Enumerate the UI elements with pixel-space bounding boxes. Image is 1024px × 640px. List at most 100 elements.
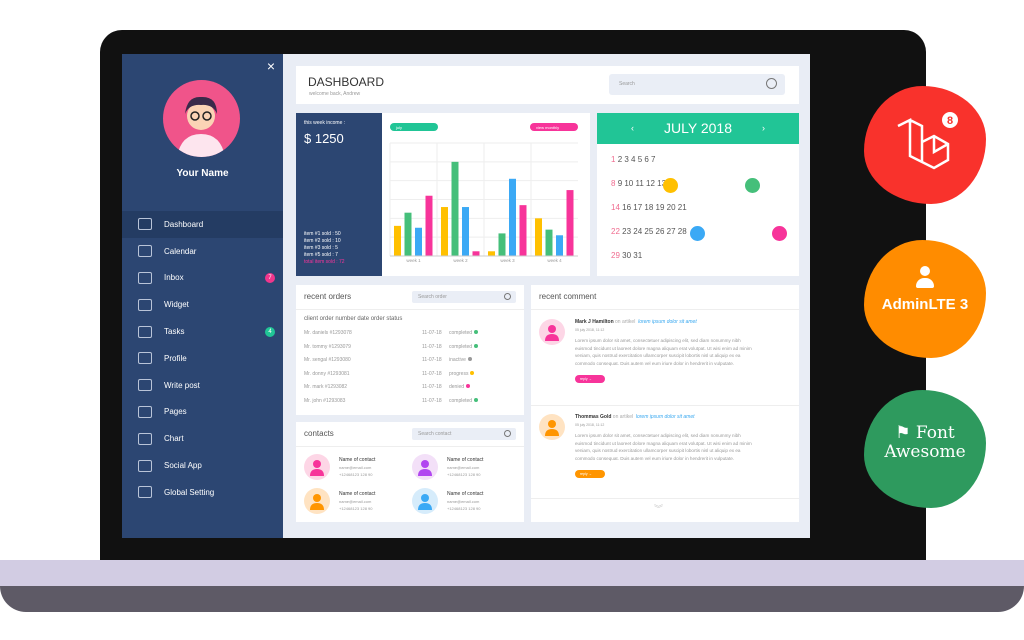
contact-phone: +12468123 128 90 <box>447 472 481 477</box>
contact-search-input[interactable]: Search contact <box>412 428 516 440</box>
comment-on: on artikel <box>615 319 636 325</box>
bar[interactable] <box>404 212 412 256</box>
bar[interactable] <box>415 227 422 256</box>
calendar-days[interactable]: 23 24 25 26 27 28 <box>622 227 687 236</box>
gear-icon <box>138 486 152 499</box>
close-icon[interactable]: × <box>267 58 275 74</box>
contact-email: name@email.com <box>447 499 480 504</box>
bar[interactable] <box>509 178 516 256</box>
contact-item[interactable]: Name of contact name@email.com +12468123 1… <box>412 488 483 514</box>
table-row[interactable]: Mr. daniels #1293078 11-07-18 completed <box>304 330 514 336</box>
tag-icon <box>138 325 152 338</box>
calendar-day-sunday[interactable]: 29 <box>611 251 620 260</box>
sidebar-item-label: Profile <box>164 353 187 363</box>
table-row[interactable]: Mr. tommy #1293079 11-07-18 completed <box>304 343 514 350</box>
event-dot[interactable] <box>772 226 787 241</box>
sidebar-item-chart[interactable]: Chart <box>122 425 283 452</box>
reply-button[interactable]: reply → <box>575 375 605 383</box>
income-label: this week income : <box>304 120 346 126</box>
calendar-day-sunday[interactable]: 1 <box>611 155 615 164</box>
article-link[interactable]: lorem ipsum dolor sit amet <box>636 414 695 420</box>
event-dot[interactable] <box>663 178 678 193</box>
contact-avatar <box>412 488 438 514</box>
sidebar-item-dashboard[interactable]: Dashboard <box>122 211 283 238</box>
contact-email: name@email.com <box>339 465 372 470</box>
order-client: Mr. donny #1293081 <box>304 370 350 377</box>
chevron-down-icon[interactable]: ︾ <box>654 502 663 515</box>
contact-email: name@email.com <box>339 499 372 504</box>
order-search-input[interactable]: Search order <box>412 291 516 303</box>
contact-phone: +12468123 128 90 <box>447 506 481 511</box>
calendar-days[interactable]: 9 10 11 12 13 <box>618 179 666 188</box>
bar[interactable] <box>535 218 542 256</box>
bar-chart-card: july view monthly week 1 week 2 week 3 week… <box>382 113 590 276</box>
table-row[interactable]: Mr. sengal #1293080 11-07-18 inactive <box>304 357 514 363</box>
prev-month-button[interactable]: ‹ <box>631 113 634 144</box>
fontawesome-badge: ⚑ Font Awesome <box>864 390 986 508</box>
calendar-day-sunday[interactable]: 22 <box>611 227 620 236</box>
calendar-week: 8 9 10 11 12 13 <box>611 179 666 188</box>
bar[interactable] <box>519 205 527 256</box>
calendar-days[interactable]: 16 17 18 19 20 21 <box>622 203 687 212</box>
order-client: Mr. sengal #1293080 <box>304 357 351 363</box>
bar[interactable] <box>498 233 506 256</box>
bar[interactable] <box>394 225 401 256</box>
contact-item[interactable]: Name of contact name@email.com +12468123 1… <box>304 488 375 514</box>
document-icon <box>138 405 152 418</box>
table-row[interactable]: Mr. john #1293083 11-07-18 completed <box>304 397 514 404</box>
sidebar-item-write-post[interactable]: Write post <box>122 372 283 399</box>
bar[interactable] <box>425 195 433 256</box>
laptop-base-bottom <box>0 586 1024 612</box>
search-icon[interactable] <box>504 293 511 300</box>
person-icon <box>539 414 565 440</box>
bar[interactable] <box>441 207 448 256</box>
sidebar-item-widget[interactable]: Widget <box>122 291 283 318</box>
calendar-day-sunday[interactable]: 8 <box>611 179 615 188</box>
bar[interactable] <box>566 190 574 256</box>
bar[interactable] <box>472 251 480 256</box>
order-date: 11-07-18 <box>422 343 442 350</box>
orders-title: recent orders <box>304 292 352 301</box>
calendar-day-sunday[interactable]: 14 <box>611 203 620 212</box>
next-month-button[interactable]: › <box>762 113 765 144</box>
table-row[interactable]: Mr. donny #1293081 11-07-18 progress <box>304 370 514 377</box>
comment-text: Lorem ipsum dolor sit amet, consectetuer… <box>575 338 752 366</box>
status-dot <box>470 370 475 375</box>
sidebar-item-global-setting[interactable]: Global Setting <box>122 479 283 506</box>
event-dot[interactable] <box>690 226 705 241</box>
table-row[interactable]: Mr. mark #1293082 11-07-18 denied <box>304 384 514 390</box>
bar[interactable] <box>462 207 469 256</box>
search-icon[interactable] <box>766 78 777 89</box>
sidebar-item-tasks[interactable]: Tasks 4 <box>122 318 283 345</box>
sidebar-item-inbox[interactable]: Inbox 7 <box>122 265 283 292</box>
contact-item[interactable]: Name of contact name@email.com +12468123 1… <box>412 454 483 480</box>
event-dot[interactable] <box>745 178 760 193</box>
article-link[interactable]: lorem ipsum dolor sit amet <box>638 319 697 325</box>
search-input[interactable]: Search <box>609 74 785 95</box>
bar[interactable] <box>488 251 495 256</box>
laravel-badge: 8 <box>864 86 986 204</box>
sidebar-item-pages[interactable]: Pages <box>122 399 283 426</box>
comment-author: Thommas Gold <box>575 414 612 420</box>
order-date: 11-07-18 <box>422 370 442 377</box>
sidebar-item-social-app[interactable]: Social App <box>122 452 283 479</box>
total-sold: total item sold : 72 <box>304 259 345 265</box>
order-status: completed <box>449 343 473 350</box>
calendar-card: ‹ JULY 2018 › 1 2 3 4 5 6 7 8 9 10 11 12 … <box>597 113 799 276</box>
sidebar-item-profile[interactable]: Profile <box>122 345 283 372</box>
calendar-days[interactable]: 30 31 <box>622 251 642 260</box>
sidebar-item-calendar[interactable]: Calendar <box>122 238 283 265</box>
welcome-text: welcome back, Andrew <box>309 91 361 97</box>
contact-item[interactable]: Name of contact name@email.com +12468123 1… <box>304 454 375 480</box>
bar[interactable] <box>556 235 563 256</box>
sidebar: × Your Name Dashboard Calendar Inbox 7 Widge… <box>122 54 283 538</box>
order-client: Mr. mark #1293082 <box>304 384 348 390</box>
calendar-days[interactable]: 2 3 4 5 6 7 <box>618 155 656 164</box>
reply-button[interactable]: reply → <box>575 470 605 478</box>
search-icon[interactable] <box>504 430 511 437</box>
bar[interactable] <box>451 161 459 256</box>
bar[interactable] <box>545 229 553 256</box>
order-status: denied <box>449 384 465 390</box>
sidebar-item-label: Inbox <box>164 273 184 283</box>
order-client: Mr. daniels #1293078 <box>304 330 352 336</box>
